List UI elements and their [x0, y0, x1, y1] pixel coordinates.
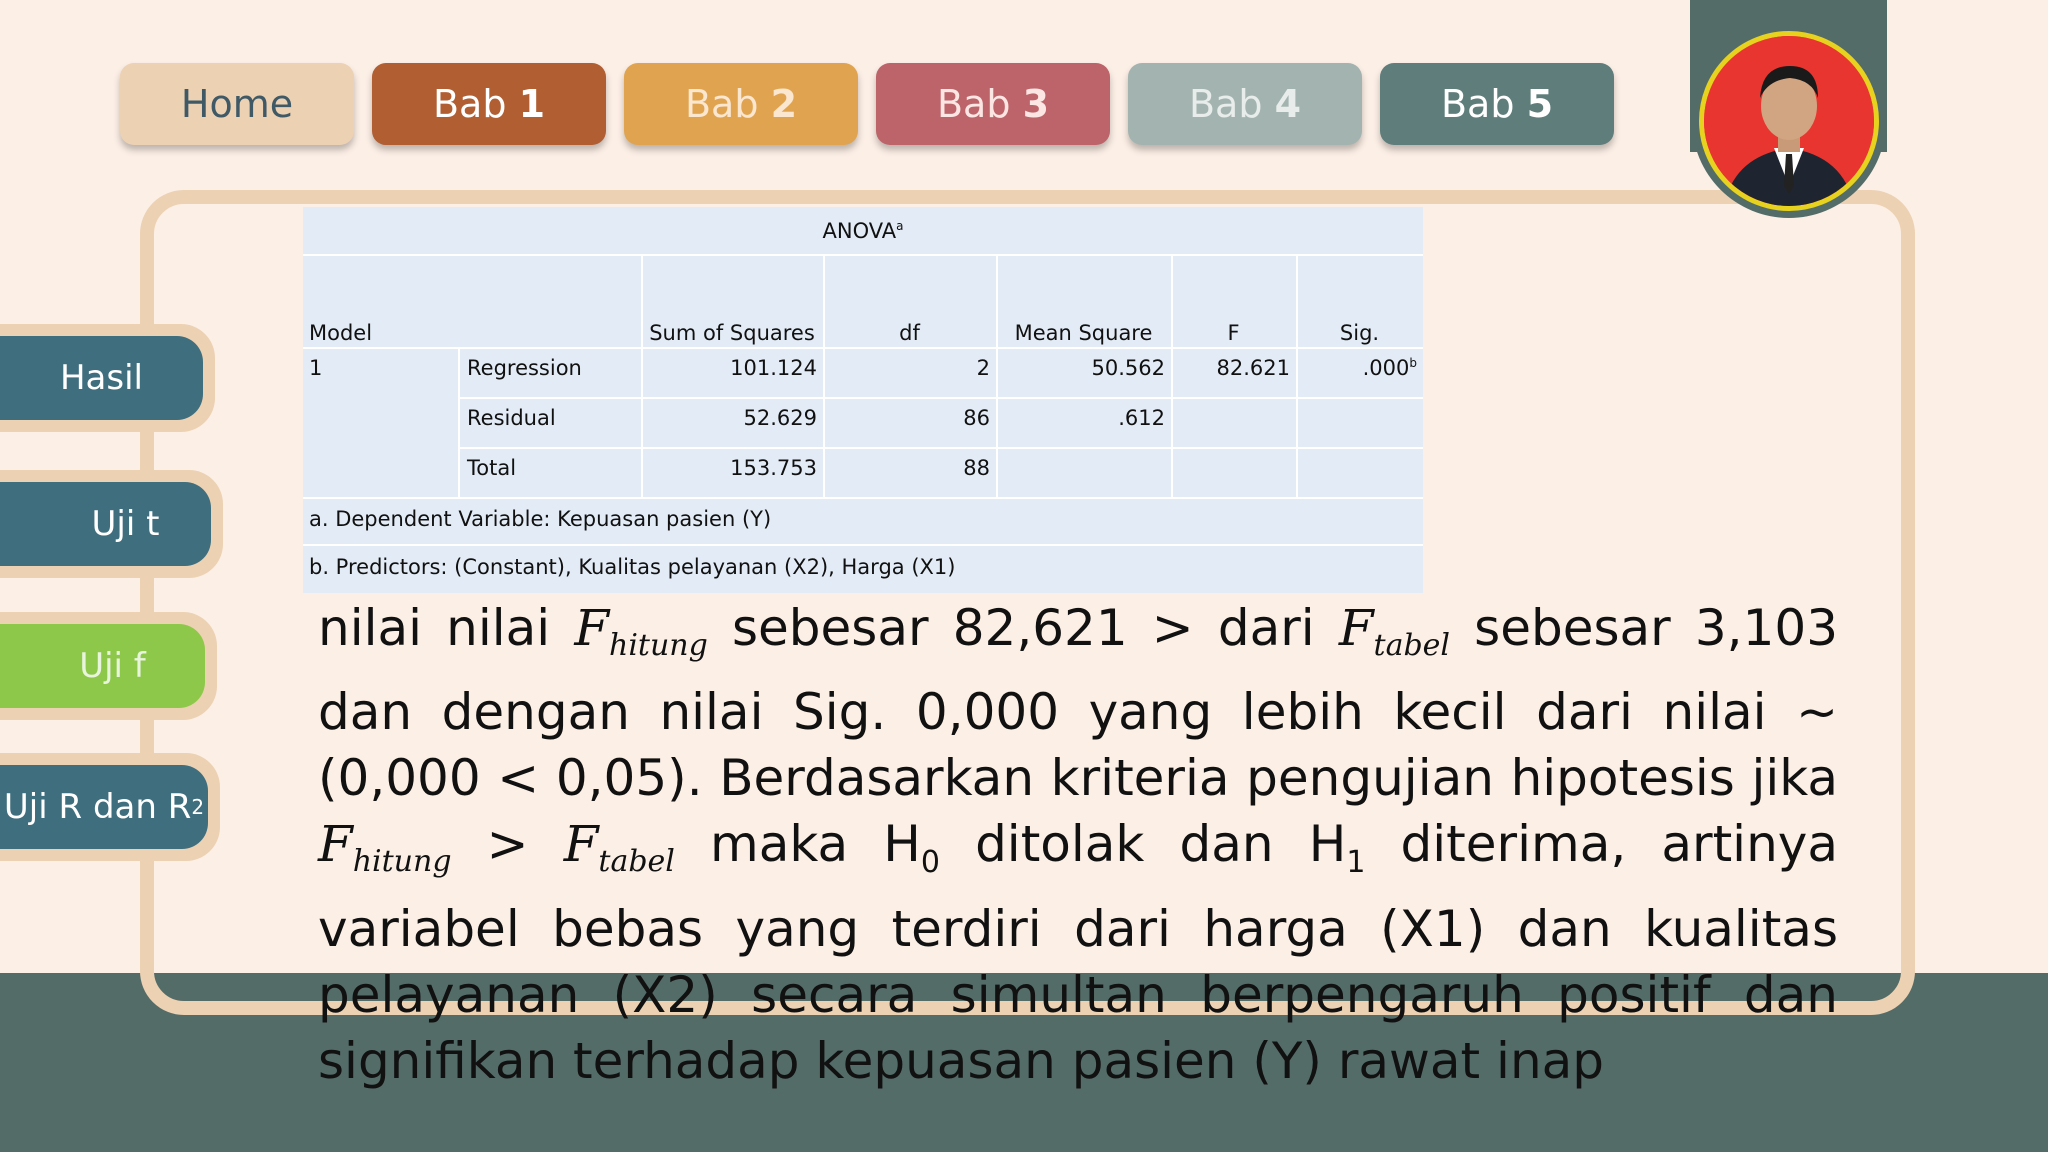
tab-bab-4-word: Bab — [1188, 82, 1263, 126]
divider — [303, 544, 1423, 546]
tab-bab-3-word: Bab — [936, 82, 1011, 126]
anova-title-sup: a — [896, 219, 904, 233]
row-df: 88 — [963, 456, 990, 480]
row-label: Residual — [467, 406, 556, 430]
tab-bab-2-word: Bab — [684, 82, 759, 126]
para-text: ditolak dan H — [939, 815, 1347, 873]
row-label: Regression — [467, 356, 582, 380]
side-uji-f-label: Uji f — [79, 646, 146, 686]
tab-bab-3-number: 3 — [1022, 82, 1050, 126]
side-uji-t-label: Uji t — [91, 504, 160, 544]
divider — [458, 447, 1423, 449]
header-sig: Sig. — [1339, 321, 1380, 345]
tab-bab-3[interactable]: Bab 3 — [876, 63, 1110, 145]
row-ms: .612 — [1118, 406, 1165, 430]
tab-home-label: Home — [180, 82, 294, 126]
note-dependent: a. Dependent Variable: Kepuasan pasien (… — [309, 507, 772, 531]
divider — [303, 347, 1423, 349]
header-f: F — [1227, 321, 1240, 345]
row-sig: .000b — [1296, 356, 1417, 380]
tab-home[interactable]: Home — [120, 63, 354, 145]
tab-bab-5[interactable]: Bab 5 — [1380, 63, 1614, 145]
row-sig-value: .000 — [1362, 356, 1410, 380]
h0-sub: 0 — [920, 845, 940, 880]
alpha-symbol: ~ — [1796, 683, 1838, 741]
para-text: maka H — [674, 815, 921, 873]
row-ss: 52.629 — [743, 406, 817, 430]
f-hitung-sub: hitung — [609, 628, 708, 663]
side-uji-f[interactable]: Uji f — [0, 612, 217, 720]
row-df: 86 — [963, 406, 990, 430]
para-text: nilai nilai — [318, 599, 575, 657]
row-label: Total — [467, 456, 517, 480]
note-predictors: b. Predictors: (Constant), Kualitas pela… — [309, 555, 956, 579]
anova-title: ANOVAa — [303, 219, 1423, 243]
row-df: 2 — [976, 356, 990, 380]
person-portrait-icon — [1704, 36, 1874, 206]
f-symbol: F — [563, 815, 599, 873]
f-tabel-sub: tabel — [1373, 628, 1451, 663]
f-hitung-sub: hitung — [352, 844, 452, 879]
divider — [458, 347, 460, 497]
f-symbol: F — [1338, 599, 1374, 657]
f-tabel-sub: tabel — [598, 844, 675, 879]
anova-title-text: ANOVA — [822, 219, 897, 243]
para-text: sebesar 82,621 > dari — [707, 599, 1339, 657]
profile-photo — [1692, 24, 1886, 218]
header-ss: Sum of Squares — [649, 321, 815, 345]
row-ms: 50.562 — [1091, 356, 1165, 380]
tab-bab-4[interactable]: Bab 4 — [1128, 63, 1362, 145]
tab-bab-5-word: Bab — [1440, 82, 1515, 126]
header-df: df — [899, 321, 920, 345]
side-uji-t[interactable]: Uji t — [0, 470, 223, 578]
side-hasil-label: Hasil — [59, 358, 143, 398]
tab-bab-1-number: 1 — [518, 82, 546, 126]
tab-bab-5-number: 5 — [1526, 82, 1554, 126]
tab-bab-1-word: Bab — [432, 82, 507, 126]
avatar — [1699, 31, 1879, 211]
para-text: > — [451, 815, 564, 873]
tab-bab-2-number: 2 — [770, 82, 798, 126]
header-model: Model — [309, 321, 373, 345]
result-paragraph: nilai nilai Fhitung sebesar 82,621 > dar… — [318, 595, 1838, 1094]
tab-bab-2[interactable]: Bab 2 — [624, 63, 858, 145]
tab-bab-1[interactable]: Bab 1 — [372, 63, 606, 145]
tab-bab-4-number: 4 — [1274, 82, 1302, 126]
row-sig-sup: b — [1409, 356, 1417, 370]
divider — [303, 254, 1423, 256]
row-f: 82.621 — [1216, 356, 1290, 380]
row-ss: 101.124 — [730, 356, 817, 380]
header-ms: Mean Square — [1014, 321, 1153, 345]
divider — [303, 497, 1423, 499]
anova-table: ANOVAa Model Sum of Squares df Mean Squa… — [303, 207, 1423, 593]
divider — [458, 397, 1423, 399]
side-uji-r-label: Uji R dan R — [3, 787, 192, 827]
f-symbol: F — [318, 815, 353, 873]
model-number: 1 — [309, 356, 323, 380]
row-ss: 153.753 — [730, 456, 817, 480]
side-uji-r-sup: 2 — [191, 795, 205, 819]
f-symbol: F — [574, 599, 610, 657]
h1-sub: 1 — [1346, 845, 1366, 880]
side-hasil[interactable]: Hasil — [0, 324, 215, 432]
side-uji-r[interactable]: Uji R dan R2 — [0, 753, 220, 861]
para-text: (0,000 < 0,05). Berdasarkan kriteria pen… — [318, 749, 1838, 807]
